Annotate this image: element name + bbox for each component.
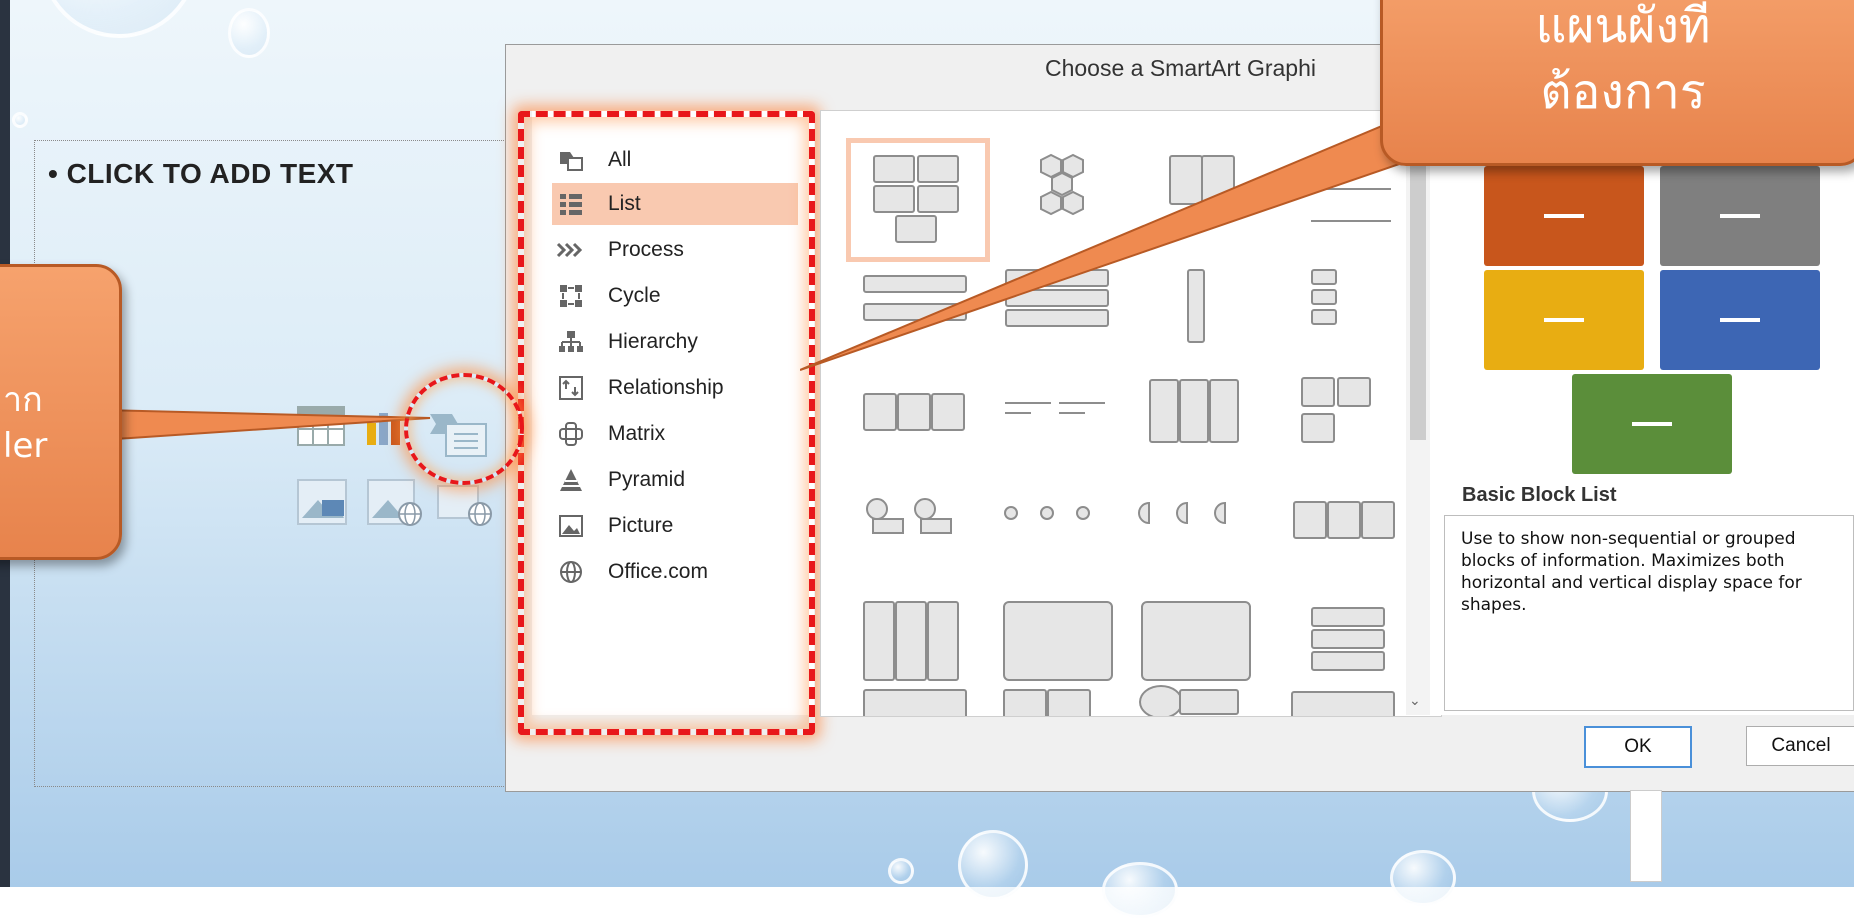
callout-top-line1: แผนผังที่ (1535, 0, 1711, 54)
callout-top-right: แผนผังที่ ต้องการ (1380, 0, 1854, 166)
layout-thumb[interactable] (853, 487, 983, 597)
layout-thumb[interactable] (1129, 487, 1259, 597)
preview-block (1660, 166, 1820, 266)
preview-block (1660, 270, 1820, 370)
layout-thumb[interactable] (853, 685, 983, 716)
selected-graphic-title: Basic Block List (1462, 484, 1617, 506)
layout-thumb[interactable] (1271, 487, 1401, 597)
bubble-decoration (1390, 850, 1456, 906)
bubble-decoration (1102, 862, 1178, 918)
ok-button[interactable]: OK (1584, 726, 1692, 768)
slide-scrollbar[interactable] (1630, 790, 1662, 882)
layout-thumb[interactable] (1129, 685, 1259, 716)
selected-graphic-description: Use to show non-sequential or grouped bl… (1444, 515, 1854, 711)
highlight-dashed-box (518, 111, 815, 735)
preview-block (1484, 270, 1644, 370)
callout-left-line2: ler (3, 426, 48, 466)
bubble-decoration (888, 858, 914, 884)
callout-left: าก ler (0, 264, 122, 560)
cancel-button[interactable]: Cancel (1746, 726, 1854, 766)
callout-top-line2: ต้องการ (1540, 64, 1706, 120)
smartart-highlight-ring (404, 373, 524, 485)
bubble-decoration (958, 830, 1028, 900)
preview-block (1572, 374, 1732, 474)
callout-left-line1: าก (3, 380, 43, 420)
layout-thumb[interactable] (991, 685, 1121, 716)
layout-thumb[interactable] (991, 487, 1121, 597)
layout-thumb[interactable] (1271, 685, 1401, 716)
chevron-down-icon[interactable]: ⌄ (1409, 693, 1421, 709)
preview-block (1484, 166, 1644, 266)
